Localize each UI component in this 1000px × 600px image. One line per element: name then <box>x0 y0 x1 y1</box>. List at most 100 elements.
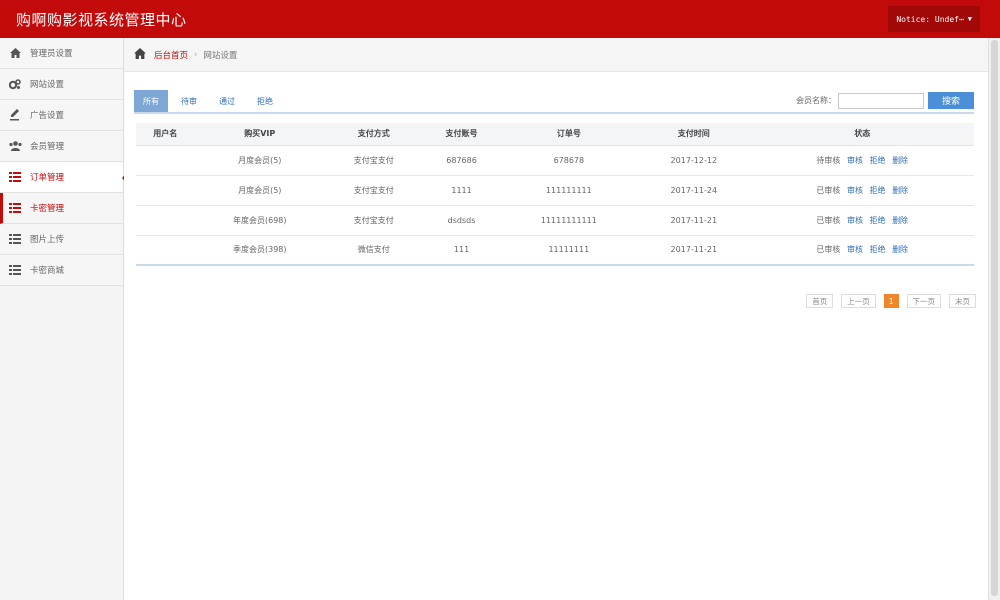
reject-link[interactable]: 拒绝 <box>870 186 886 195</box>
column-header: 用户名 <box>136 123 195 146</box>
notice-text: Notice: Undef⋯ <box>896 14 964 24</box>
search-button[interactable]: 搜索 <box>928 92 974 109</box>
breadcrumb-separator: › <box>194 49 198 60</box>
cell-method: 支付宝支付 <box>325 205 423 236</box>
column-header: 支付账号 <box>422 123 501 146</box>
home-icon <box>8 46 22 60</box>
cell-status: 已审核 审核 拒绝 删除 <box>750 175 974 206</box>
pagination: 首页 上一页 1 下一页 末页 <box>798 294 976 308</box>
delete-link[interactable]: 删除 <box>892 156 908 165</box>
delete-link[interactable]: 删除 <box>892 216 908 225</box>
cell-order: 11111111 <box>500 235 638 266</box>
sidebar-item-member-management[interactable]: 会员管理 <box>0 131 123 162</box>
cell-time: 2017-12-12 <box>637 145 751 176</box>
scrollbar-thumb[interactable] <box>991 40 998 596</box>
cell-order: 11111111111 <box>500 205 638 236</box>
tab-rejected[interactable]: 拒绝 <box>248 90 282 112</box>
list-icon <box>8 201 22 215</box>
column-header: 支付方式 <box>325 123 423 146</box>
caret-down-icon: ▼ <box>967 15 972 23</box>
status-text: 已审核 <box>816 245 841 255</box>
cell-vip: 年度会员(698) <box>194 205 325 236</box>
sidebar-item-label: 会员管理 <box>30 142 65 152</box>
status-text: 已审核 <box>816 185 841 195</box>
pen-icon <box>8 108 22 122</box>
member-name-input[interactable] <box>838 92 924 109</box>
tab-underline <box>134 112 974 114</box>
cell-method: 支付宝支付 <box>325 175 423 206</box>
delete-link[interactable]: 删除 <box>892 186 908 195</box>
sidebar-item-label: 卡密管理 <box>30 204 65 214</box>
cell-time: 2017-11-21 <box>637 205 751 236</box>
top-header: 购啊购影视系统管理中心 Notice: Undef⋯ ▼ <box>0 0 1000 38</box>
column-header: 支付时间 <box>637 123 751 146</box>
table-row: 季度会员(398) 微信支付 111 11111111 2017-11-21 已… <box>136 235 974 266</box>
sidebar-item-image-upload[interactable]: 图片上传 <box>0 224 123 255</box>
approve-link[interactable]: 审核 <box>847 216 863 225</box>
table-header-row: 用户名 购买VIP 支付方式 支付账号 订单号 支付时间 状态 <box>136 123 974 146</box>
cell-status: 已审核 审核 拒绝 删除 <box>750 235 974 266</box>
approve-link[interactable]: 审核 <box>847 186 863 195</box>
table-row: 年度会员(698) 支付宝支付 dsdsds 11111111111 2017-… <box>136 205 974 236</box>
filter-tabs: 所有 待审 通过 拒绝 <box>134 90 286 112</box>
cell-method: 微信支付 <box>325 235 423 266</box>
cell-username <box>136 175 195 206</box>
orders-table: 用户名 购买VIP 支付方式 支付账号 订单号 支付时间 状态 月度会员(5) … <box>136 123 974 266</box>
column-header: 购买VIP <box>194 123 325 146</box>
cell-username <box>136 205 195 236</box>
tab-approved[interactable]: 通过 <box>210 90 244 112</box>
sidebar-item-label: 网站设置 <box>30 80 65 90</box>
status-text: 待审核 <box>816 155 841 165</box>
sidebar-item-ad-settings[interactable]: 广告设置 <box>0 100 123 131</box>
sidebar-item-label: 图片上传 <box>30 235 65 245</box>
app-title: 购啊购影视系统管理中心 <box>16 11 187 29</box>
table-row: 月度会员(5) 支付宝支付 687686 678678 2017-12-12 待… <box>136 145 974 176</box>
cell-account: dsdsds <box>422 205 501 236</box>
reject-link[interactable]: 拒绝 <box>870 245 886 254</box>
list-icon <box>8 170 22 184</box>
tab-pending[interactable]: 待审 <box>172 90 206 112</box>
reject-link[interactable]: 拒绝 <box>870 156 886 165</box>
column-header: 订单号 <box>500 123 638 146</box>
cell-time: 2017-11-21 <box>637 235 751 266</box>
cell-username <box>136 145 195 176</box>
users-icon <box>8 139 22 153</box>
sidebar-item-label: 订单管理 <box>30 173 65 183</box>
sidebar-item-label: 卡密商城 <box>30 266 65 276</box>
vertical-scrollbar[interactable] <box>988 38 1000 600</box>
sidebar-item-site-settings[interactable]: 网站设置 <box>0 69 123 100</box>
prev-page-button[interactable]: 上一页 <box>841 294 876 308</box>
first-page-button[interactable]: 首页 <box>806 294 834 308</box>
reject-link[interactable]: 拒绝 <box>870 216 886 225</box>
sidebar-item-card-management[interactable]: 卡密管理 <box>0 193 123 224</box>
cell-account: 1111 <box>422 175 501 206</box>
cell-order: 111111111 <box>500 175 638 206</box>
cell-method: 支付宝支付 <box>325 145 423 176</box>
current-page[interactable]: 1 <box>883 294 899 308</box>
cell-vip: 季度会员(398) <box>194 235 325 266</box>
delete-link[interactable]: 删除 <box>892 245 908 254</box>
last-page-button[interactable]: 末页 <box>949 294 976 308</box>
breadcrumb-home-link[interactable]: 后台首页 <box>154 49 188 61</box>
sidebar-item-card-mall[interactable]: 卡密商城 <box>0 255 123 286</box>
cell-time: 2017-11-24 <box>637 175 751 206</box>
next-page-button[interactable]: 下一页 <box>906 294 941 308</box>
breadcrumb-current: 网站设置 <box>203 50 238 61</box>
sidebar: 管理员设置 网站设置 广告设置 会员管理 订单管理 卡密管理 图片上传 卡密商城 <box>0 38 130 600</box>
cell-account: 687686 <box>422 145 501 176</box>
approve-link[interactable]: 审核 <box>847 245 863 254</box>
cell-vip: 月度会员(5) <box>194 175 325 206</box>
tab-all[interactable]: 所有 <box>134 90 168 112</box>
list-icon <box>8 232 22 246</box>
gears-icon <box>8 77 22 91</box>
sidebar-item-label: 管理员设置 <box>30 49 73 59</box>
sidebar-item-order-management[interactable]: 订单管理 <box>0 162 130 193</box>
search-label: 会员名称： <box>796 96 836 105</box>
notice-dropdown[interactable]: Notice: Undef⋯ ▼ <box>888 6 980 32</box>
main-content: 所有 待审 通过 拒绝 会员名称： 搜索 用户名 购买VIP 支付方式 支付账号… <box>124 72 988 600</box>
approve-link[interactable]: 审核 <box>847 156 863 165</box>
cell-order: 678678 <box>500 145 638 176</box>
sidebar-item-admin-settings[interactable]: 管理员设置 <box>0 38 123 69</box>
home-icon <box>134 47 146 62</box>
table-row: 月度会员(5) 支付宝支付 1111 111111111 2017-11-24 … <box>136 175 974 206</box>
